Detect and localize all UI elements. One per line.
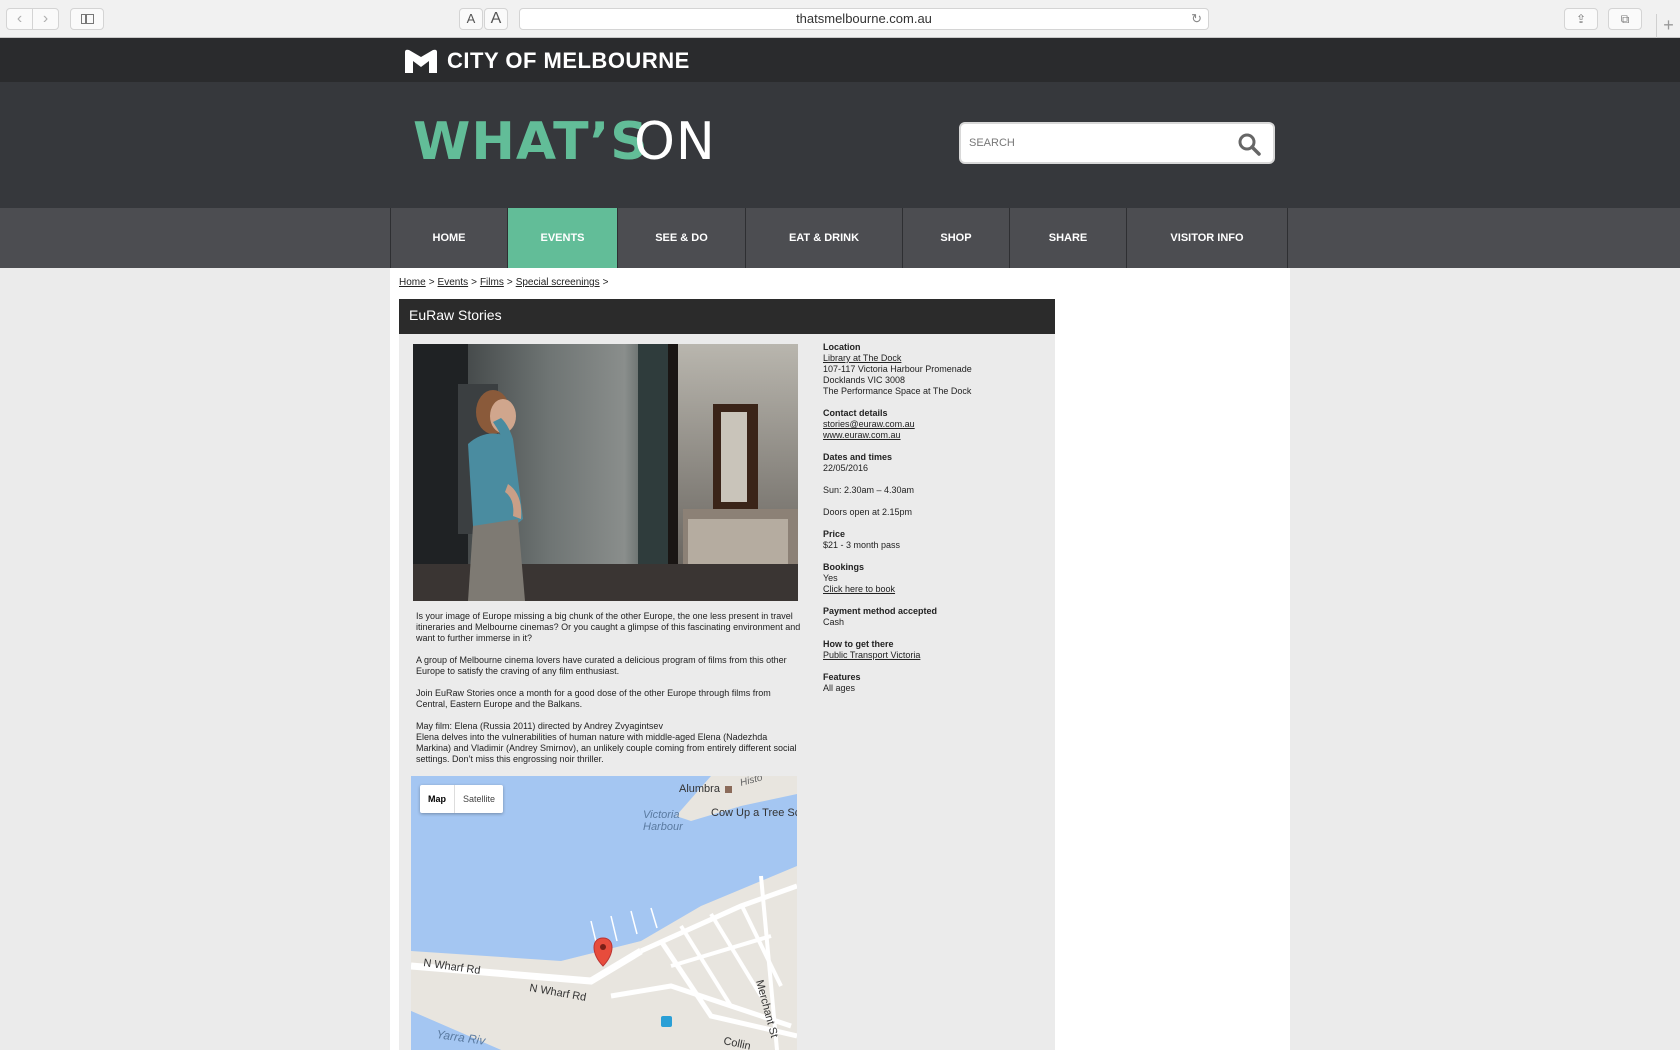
address-line: Docklands VIC 3008 — [823, 375, 906, 385]
transport-link[interactable]: Public Transport Victoria — [823, 650, 920, 660]
location-group: Location Library at The Dock 107-117 Vic… — [823, 342, 1043, 397]
tabs-icon: ⧉ — [1620, 12, 1630, 26]
price-value: $21 - 3 month pass — [823, 540, 901, 550]
event-time: Sun: 2.30am – 4.30am — [823, 485, 915, 495]
payment-group: Payment method accepted Cash — [823, 606, 1043, 628]
email-link[interactable]: stories@euraw.com.au — [823, 419, 915, 429]
sidebar-icon — [81, 14, 94, 24]
price-label: Price — [823, 529, 846, 539]
url-text: thatsmelbourne.com.au — [796, 11, 932, 26]
breadcrumb-events[interactable]: Events — [438, 277, 469, 288]
venue-name: The Performance Space at The Dock — [823, 386, 972, 396]
payment-value: Cash — [823, 617, 845, 627]
map-label: Harbour — [643, 821, 684, 833]
description-paragraph: Elena delves into the vulnerabilities of… — [416, 732, 797, 764]
event-title: EuRaw Stories — [399, 299, 1055, 334]
share-button[interactable]: ⇪ — [1564, 8, 1598, 30]
description-paragraph: Join EuRaw Stories once a month for a go… — [416, 688, 771, 709]
address-bar[interactable]: thatsmelbourne.com.au ↻ — [519, 8, 1209, 30]
event-photo — [413, 344, 798, 601]
breadcrumb-separator: > — [428, 277, 435, 288]
bookings-value: Yes — [823, 573, 838, 583]
website-link[interactable]: www.euraw.com.au — [823, 430, 901, 440]
transport-label: How to get there — [823, 639, 894, 649]
map-label: Cow Up a Tree Sc — [711, 807, 797, 819]
location-link[interactable]: Library at The Dock — [823, 353, 901, 363]
nav-events[interactable]: EVENTS — [508, 208, 618, 268]
search-icon[interactable] — [1237, 132, 1261, 156]
dates-label: Dates and times — [823, 452, 893, 462]
nav-shop[interactable]: SHOP — [903, 208, 1010, 268]
location-map[interactable]: Alumbra Histo Victoria Harbour Cow Up a … — [411, 776, 797, 1050]
nav-eat-drink[interactable]: EAT & DRINK — [746, 208, 903, 268]
reload-icon[interactable]: ↻ — [1191, 9, 1202, 29]
book-link[interactable]: Click here to book — [823, 584, 895, 594]
page-content: Home > Events > Films > Special screenings > Eu… — [390, 268, 1290, 1050]
site-hero: WHAT’S ON — [0, 82, 1680, 208]
address-line: 107-117 Victoria Harbour Promenade — [823, 364, 972, 374]
bookings-group: Bookings Yes Click here to book — [823, 562, 1043, 595]
features-group: Features All ages — [823, 672, 1043, 694]
browser-toolbar: ‹ › A A thatsmelbourne.com.au ↻ ⇪ ⧉ + — [0, 0, 1680, 38]
map-tab-map[interactable]: Map — [420, 785, 455, 813]
map-label: Victoria — [643, 809, 679, 821]
features-label: Features — [823, 672, 861, 682]
main-nav: HOME EVENTS SEE & DO EAT & DRINK SHOP SH… — [0, 208, 1680, 268]
increase-font-button[interactable]: A — [484, 8, 508, 30]
contact-group: Contact details stories@euraw.com.au www… — [823, 408, 1043, 441]
nav-see-do[interactable]: SEE & DO — [618, 208, 746, 268]
share-icon: ⇪ — [1575, 12, 1587, 26]
chevron-right-icon: › — [42, 10, 49, 27]
search-input[interactable] — [969, 132, 1229, 154]
melbourne-m-logo-icon — [405, 49, 437, 73]
transport-group: How to get there Public Transport Victor… — [823, 639, 1043, 661]
decrease-font-button[interactable]: A — [459, 8, 483, 30]
description-paragraph: Is your image of Europe missing a big ch… — [416, 611, 801, 643]
hero-title-rest: ON — [634, 112, 716, 172]
breadcrumb-special-screenings[interactable]: Special screenings — [516, 277, 600, 288]
breadcrumb-separator: > — [506, 277, 513, 288]
breadcrumb: Home > Events > Films > Special screenings > — [399, 277, 611, 288]
event-details: Location Library at The Dock 107-117 Vic… — [823, 342, 1043, 705]
map-type-control: Map Satellite — [420, 785, 504, 813]
event-description: Is your image of Europe missing a big ch… — [416, 611, 801, 765]
bookings-label: Bookings — [823, 562, 865, 572]
site-topbar: CITY OF MELBOURNE — [0, 38, 1680, 82]
map-canvas[interactable]: Alumbra Histo Victoria Harbour Cow Up a … — [411, 776, 797, 1050]
map-label: Alumbra — [679, 783, 721, 795]
hero-title-accent: WHAT’S — [413, 112, 649, 172]
sidebar-toggle-button[interactable] — [70, 8, 104, 30]
city-logo[interactable]: CITY OF MELBOURNE — [405, 48, 690, 74]
search-box — [959, 122, 1275, 164]
payment-label: Payment method accepted — [823, 606, 938, 616]
contact-label: Contact details — [823, 408, 888, 418]
map-tab-satellite[interactable]: Satellite — [455, 785, 503, 813]
doors-open: Doors open at 2.15pm — [823, 507, 913, 517]
new-tab-button[interactable]: + — [1656, 14, 1680, 38]
description-paragraph: A group of Melbourne cinema lovers have … — [416, 655, 787, 676]
nav-home[interactable]: HOME — [391, 208, 508, 268]
breadcrumb-home[interactable]: Home — [399, 277, 426, 288]
dates-group: Dates and times 22/05/2016 Sun: 2.30am –… — [823, 452, 1043, 518]
breadcrumb-separator: > — [471, 277, 477, 288]
nav-share[interactable]: SHARE — [1010, 208, 1127, 268]
features-value: All ages — [823, 683, 856, 693]
description-paragraph: May film: Elena (Russia 2011) directed b… — [416, 721, 663, 731]
chevron-left-icon: ‹ — [16, 10, 23, 27]
breadcrumb-films[interactable]: Films — [480, 277, 504, 288]
price-group: Price $21 - 3 month pass — [823, 529, 1043, 551]
event-card: EuRaw Stories Is your image of Europe mi… — [399, 299, 1055, 1050]
show-tabs-button[interactable]: ⧉ — [1608, 8, 1642, 30]
location-label: Location — [823, 342, 861, 352]
forward-button[interactable]: › — [32, 8, 59, 30]
event-date: 22/05/2016 — [823, 463, 869, 473]
nav-visitor-info[interactable]: VISITOR INFO — [1127, 208, 1288, 268]
logo-text: CITY OF MELBOURNE — [447, 48, 690, 73]
breadcrumb-separator: > — [602, 277, 609, 288]
back-button[interactable]: ‹ — [6, 8, 33, 30]
